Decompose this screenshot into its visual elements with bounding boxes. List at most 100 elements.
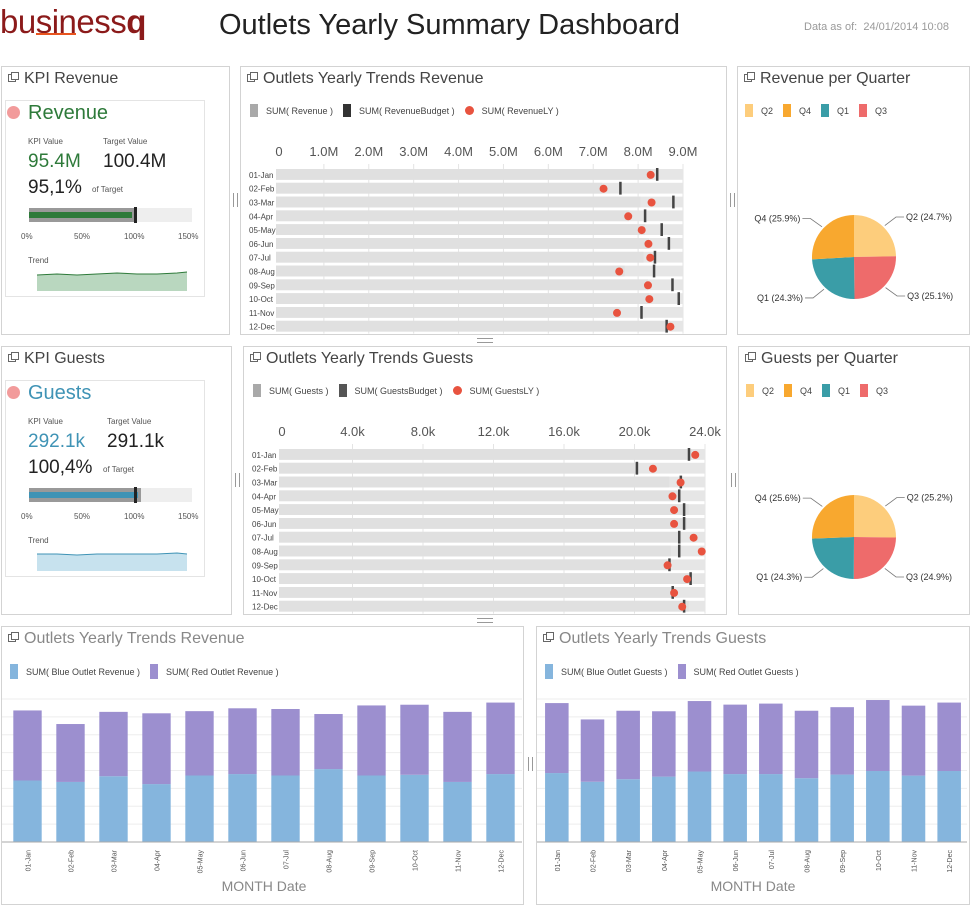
bar-red-segment[interactable] [314, 714, 343, 770]
bar-blue-segment[interactable] [759, 774, 783, 842]
bullet-actual-bar[interactable] [279, 518, 688, 529]
legend-item[interactable]: Q4 [783, 104, 811, 117]
bar-blue-segment[interactable] [486, 774, 515, 842]
bar-blue-segment[interactable] [13, 780, 42, 842]
bar-red-segment[interactable] [99, 711, 128, 777]
column-resize-handle[interactable] [731, 473, 736, 487]
bullet-budget-marker[interactable] [667, 237, 671, 250]
bar-blue-segment[interactable] [687, 771, 712, 842]
bar-red-segment[interactable] [580, 719, 605, 782]
bar-blue-segment[interactable] [723, 774, 747, 842]
bar-red-segment[interactable] [545, 703, 569, 774]
stacked-guests-panel[interactable]: Outlets Yearly Trends Guests SUM( Blue O… [536, 626, 970, 905]
maximize-icon[interactable] [250, 352, 261, 362]
bullet-actual-bar[interactable] [279, 573, 692, 584]
column-resize-handle[interactable] [730, 193, 735, 207]
bullet-budget-marker[interactable] [682, 503, 686, 516]
bullet-budget-marker[interactable] [672, 195, 675, 209]
bar-red-segment[interactable] [723, 704, 747, 775]
bar-red-segment[interactable] [616, 710, 640, 780]
bullet-budget-marker[interactable] [677, 530, 681, 544]
bar-blue-segment[interactable] [652, 776, 676, 842]
kpi-guests-title[interactable]: KPI Guests [8, 350, 105, 368]
bar-blue-segment[interactable] [443, 781, 472, 842]
bar-blue-segment[interactable] [866, 771, 890, 842]
bullet-actual-bar[interactable] [276, 196, 641, 208]
bullet-budget-marker[interactable] [643, 209, 647, 223]
bar-red-segment[interactable] [142, 713, 171, 785]
legend-item[interactable]: SUM( RevenueBudget ) [343, 104, 455, 117]
maximize-icon[interactable] [745, 352, 756, 362]
bar-blue-segment[interactable] [357, 775, 386, 842]
bar-blue-segment[interactable] [937, 771, 961, 842]
bullet-ly-dot[interactable] [647, 198, 656, 207]
legend-item[interactable]: SUM( Blue Outlet Guests ) [545, 664, 668, 679]
bullet-ly-dot[interactable] [599, 184, 608, 193]
pie-slice[interactable] [854, 215, 896, 257]
legend-item[interactable]: SUM( GuestsLY ) [452, 386, 539, 396]
legend-item[interactable]: Q1 [821, 104, 849, 117]
trends-guests-panel[interactable]: Outlets Yearly Trends Guests SUM( Guests… [243, 346, 727, 615]
bullet-ly-dot[interactable] [697, 547, 706, 556]
bar-blue-segment[interactable] [901, 775, 926, 842]
bar-red-segment[interactable] [937, 702, 961, 772]
bullet-actual-bar[interactable] [279, 559, 668, 571]
stacked-revenue-title[interactable]: Outlets Yearly Trends Revenue [8, 630, 245, 648]
bar-blue-segment[interactable] [56, 781, 85, 842]
legend-item[interactable]: SUM( RevenueLY ) [464, 106, 559, 116]
bar-blue-segment[interactable] [228, 774, 257, 842]
bullet-ly-dot[interactable] [645, 295, 654, 304]
bullet-ly-dot[interactable] [670, 519, 679, 528]
bullet-actual-bar[interactable] [279, 531, 678, 543]
bullet-budget-marker[interactable] [660, 223, 663, 236]
bullet-ly-dot[interactable] [670, 588, 679, 597]
bullet-ly-dot[interactable] [646, 170, 655, 179]
bullet-actual-bar[interactable] [279, 476, 670, 488]
bullet-actual-bar[interactable] [279, 600, 689, 612]
kpi-guests-panel[interactable]: KPI Guests Guests KPI Value Target Value… [1, 346, 232, 615]
bullet-actual-bar[interactable] [276, 307, 621, 318]
pie-slice[interactable] [854, 256, 896, 299]
legend-item[interactable]: Q2 [745, 104, 773, 117]
pie-slice[interactable] [853, 537, 896, 579]
legend-item[interactable]: SUM( Red Outlet Revenue ) [150, 664, 279, 679]
bullet-actual-bar[interactable] [276, 265, 625, 277]
bar-blue-segment[interactable] [314, 769, 343, 842]
bar-red-segment[interactable] [400, 704, 429, 775]
bar-red-segment[interactable] [866, 700, 890, 772]
bar-blue-segment[interactable] [142, 784, 171, 842]
bullet-ly-dot[interactable] [689, 533, 698, 542]
bullet-actual-bar[interactable] [276, 293, 650, 304]
kpi-revenue-panel[interactable]: KPI Revenue Revenue KPI Value Target Val… [1, 66, 230, 335]
bar-red-segment[interactable] [228, 708, 257, 775]
bullet-ly-dot[interactable] [643, 281, 652, 290]
kpi-revenue-title[interactable]: KPI Revenue [8, 70, 118, 88]
trends-revenue-panel[interactable]: Outlets Yearly Trends Revenue SUM( Reven… [240, 66, 727, 335]
revenue-quarter-title[interactable]: Revenue per Quarter [744, 70, 910, 88]
bullet-budget-marker[interactable] [619, 181, 622, 195]
bar-red-segment[interactable] [271, 709, 300, 776]
bullet-actual-bar[interactable] [276, 169, 651, 180]
bar-blue-segment[interactable] [580, 781, 605, 842]
pie-slice[interactable] [812, 257, 855, 299]
bar-red-segment[interactable] [901, 705, 926, 776]
legend-item[interactable]: Q4 [784, 384, 812, 397]
bullet-actual-bar[interactable] [279, 449, 692, 460]
bullet-budget-marker[interactable] [682, 517, 686, 530]
stacked-guests-title[interactable]: Outlets Yearly Trends Guests [543, 630, 766, 648]
maximize-icon[interactable] [247, 72, 258, 82]
bullet-budget-marker[interactable] [655, 168, 659, 181]
bullet-budget-marker[interactable] [671, 278, 674, 292]
bullet-actual-bar[interactable] [276, 279, 648, 291]
bar-blue-segment[interactable] [185, 775, 214, 842]
maximize-icon[interactable] [8, 632, 19, 642]
bar-red-segment[interactable] [443, 711, 472, 782]
bar-red-segment[interactable] [652, 711, 676, 777]
bullet-actual-bar[interactable] [279, 462, 639, 474]
bar-red-segment[interactable] [830, 707, 854, 775]
bullet-budget-marker[interactable] [687, 448, 691, 461]
bar-red-segment[interactable] [486, 702, 515, 775]
column-resize-handle[interactable] [528, 757, 533, 771]
bar-blue-segment[interactable] [400, 774, 429, 842]
bullet-ly-dot[interactable] [678, 602, 687, 611]
